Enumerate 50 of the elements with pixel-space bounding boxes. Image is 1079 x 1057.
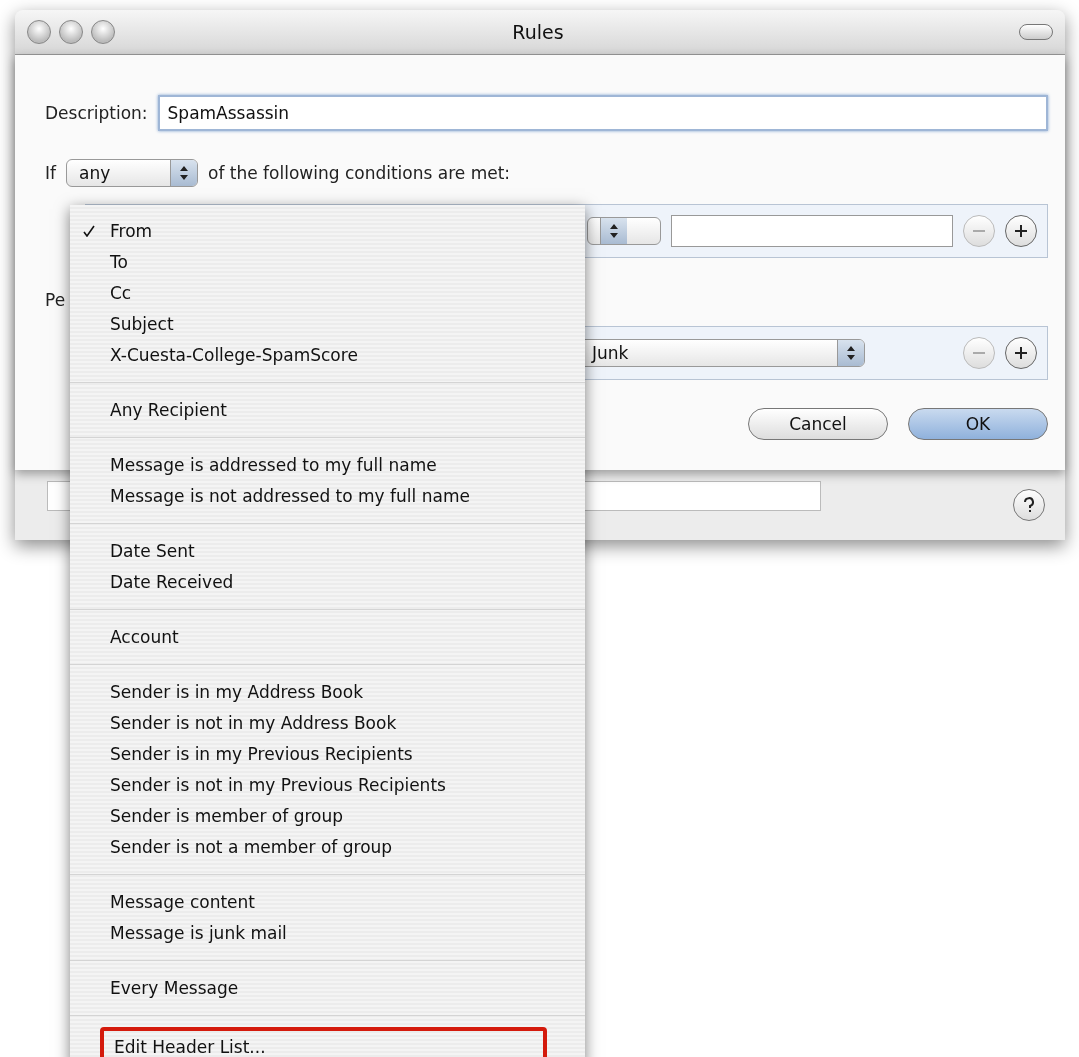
add-action-button[interactable] — [1005, 337, 1037, 369]
menu-item[interactable]: Subject — [70, 308, 585, 339]
description-field[interactable]: SpamAssassin — [157, 95, 1048, 131]
menu-item[interactable]: Any Recipient — [70, 394, 585, 425]
menu-item[interactable]: Sender is not a member of group — [70, 831, 585, 862]
menu-item[interactable]: Message content — [70, 886, 585, 917]
dialog-button[interactable]: OK — [908, 408, 1048, 440]
window-title: Rules — [511, 21, 565, 43]
condition-value-field[interactable] — [671, 215, 953, 247]
stepper-icon — [600, 218, 627, 244]
menu-item[interactable]: Sender is not in my Previous Recipients — [70, 769, 585, 800]
if-label: If — [45, 163, 56, 183]
menu-item[interactable]: Message is junk mail — [70, 917, 585, 948]
menu-item[interactable]: Message is not addressed to my full name — [70, 480, 585, 511]
menu-item[interactable]: From — [70, 215, 585, 246]
remove-action-button[interactable] — [963, 337, 995, 369]
menu-item[interactable]: Sender is member of group — [70, 800, 585, 831]
menu-item[interactable]: Date Received — [70, 566, 585, 597]
help-button[interactable] — [1013, 489, 1045, 521]
menu-item[interactable]: Account — [70, 621, 585, 652]
toolbar-toggle-button[interactable] — [1019, 24, 1053, 40]
condition-popup[interactable] — [587, 217, 661, 245]
actions-label: Pe — [45, 290, 66, 310]
menu-item[interactable]: Sender is not in my Address Book — [70, 707, 585, 738]
description-label: Description: — [45, 103, 148, 123]
menu-item[interactable]: Message is addressed to my full name — [70, 449, 585, 480]
menu-item[interactable]: Date Sent — [70, 535, 585, 566]
plus-icon — [1015, 347, 1027, 359]
question-icon — [1023, 497, 1035, 513]
minimize-button[interactable] — [59, 20, 83, 44]
match-popup[interactable]: any — [66, 159, 198, 187]
remove-condition-button[interactable] — [963, 215, 995, 247]
zoom-button[interactable] — [91, 20, 115, 44]
minus-icon — [973, 352, 985, 354]
dialog-button[interactable]: Cancel — [748, 408, 888, 440]
plus-icon — [1015, 225, 1027, 237]
check-icon — [83, 224, 95, 237]
menu-item[interactable]: Every Message — [70, 972, 585, 1003]
mailbox-name: Junk — [592, 343, 629, 363]
menu-item[interactable]: To — [70, 246, 585, 277]
stepper-icon — [170, 160, 197, 186]
stepper-icon — [837, 340, 864, 366]
minus-icon — [973, 230, 985, 232]
menu-item[interactable]: Sender is in my Previous Recipients — [70, 738, 585, 769]
menu-item[interactable]: Sender is in my Address Book — [70, 676, 585, 707]
add-condition-button[interactable] — [1005, 215, 1037, 247]
close-button[interactable] — [27, 20, 51, 44]
menu-item[interactable]: Edit Header List... — [100, 1027, 547, 1057]
menu-item[interactable]: Cc — [70, 277, 585, 308]
conditions-label: of the following conditions are met: — [208, 163, 511, 183]
